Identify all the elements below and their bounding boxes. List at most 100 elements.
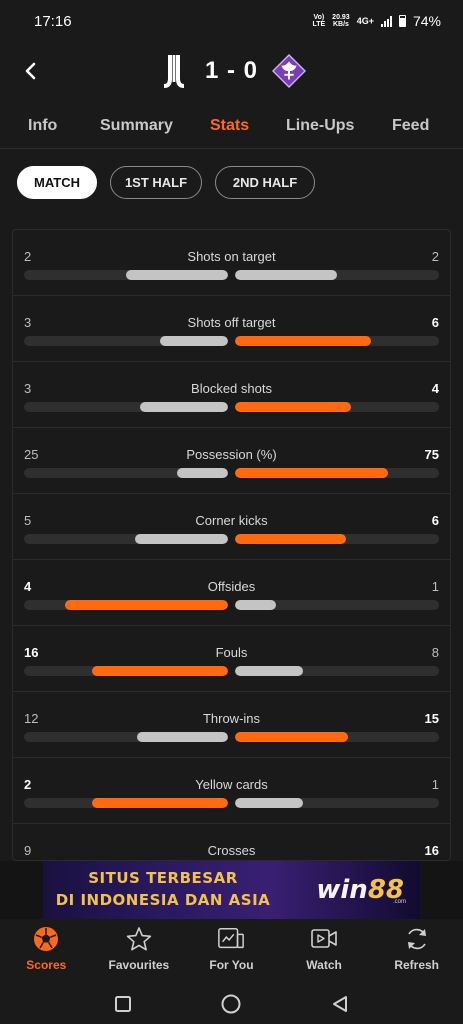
refresh-icon — [403, 925, 431, 953]
chip-1st-half[interactable]: 1ST HALF — [110, 166, 202, 199]
chip-match[interactable]: MATCH — [17, 166, 97, 199]
ad-domain: .com — [392, 899, 406, 905]
stat-away-track — [235, 534, 439, 544]
stat-home-bar — [140, 402, 228, 412]
stat-home-bar — [177, 468, 228, 478]
stat-home-track — [24, 600, 228, 610]
fiorentina-crest-icon[interactable] — [272, 52, 307, 90]
stat-away-value: 16 — [424, 843, 439, 858]
stat-row: 9 Crosses 16 — [13, 824, 450, 860]
stat-away-value: 6 — [431, 315, 439, 330]
tabs-divider — [0, 148, 463, 149]
stat-away-bar — [235, 666, 303, 676]
tab-line-ups[interactable]: Line-Ups — [286, 117, 354, 135]
stat-away-track — [235, 732, 439, 742]
nav-for-you[interactable]: For You — [185, 919, 278, 983]
stat-away-value: 75 — [424, 447, 439, 462]
stat-row: 25 Possession (%) 75 — [13, 428, 450, 494]
nav-watch-label: Watch — [306, 958, 342, 972]
stat-home-track — [24, 534, 228, 544]
stat-away-bar — [235, 732, 348, 742]
tab-feed[interactable]: Feed — [392, 117, 429, 135]
signal-icon — [380, 15, 392, 27]
soccer-ball-icon — [32, 925, 60, 953]
scoreline: 1 - 0 — [0, 52, 463, 90]
video-play-icon — [310, 925, 338, 953]
stat-away-bar — [235, 468, 388, 478]
stat-home-track — [24, 798, 228, 808]
stat-home-track — [24, 402, 228, 412]
stat-away-value: 6 — [431, 513, 439, 528]
nav-scores[interactable]: Scores — [0, 919, 93, 983]
speed-unit: KB/s — [332, 21, 349, 28]
stat-home-bar — [92, 798, 228, 808]
stat-away-value: 1 — [431, 579, 439, 594]
chip-2nd-half[interactable]: 2ND HALF — [215, 166, 315, 199]
stat-home-track — [24, 732, 228, 742]
stat-label: Crosses — [207, 843, 256, 858]
stat-row: 2 Shots on target 2 — [13, 230, 450, 296]
stat-home-track — [24, 666, 228, 676]
ad-line2: DI INDONESIA DAN ASIA — [55, 891, 271, 909]
stat-home-bar — [160, 336, 228, 346]
stat-home-track — [24, 468, 228, 478]
stat-away-bar — [235, 600, 276, 610]
stat-away-bar — [235, 336, 371, 346]
nav-refresh[interactable]: Refresh — [370, 919, 463, 983]
stat-home-bar — [126, 270, 228, 280]
stat-away-value: 4 — [431, 381, 439, 396]
stat-row: 4 Offsides 1 — [13, 560, 450, 626]
period-selector: MATCH 1ST HALF 2ND HALF — [17, 166, 315, 199]
tab-summary[interactable]: Summary — [100, 117, 173, 135]
bottom-nav: Scores Favourites For You Watch Refresh — [0, 919, 463, 983]
stat-away-track — [235, 600, 439, 610]
nav-refresh-label: Refresh — [394, 958, 440, 972]
stat-label: Corner kicks — [195, 513, 268, 528]
volte-indicator: Vo) LTE — [312, 14, 326, 28]
for-you-icon — [217, 925, 245, 953]
nav-favourites-label: Favourites — [108, 958, 170, 972]
stat-away-bar — [235, 270, 337, 280]
recent-apps-icon[interactable] — [114, 995, 132, 1013]
stat-away-value: 1 — [431, 777, 439, 792]
status-icons: Vo) LTE 20.93 KB/s 4G+ 74% — [312, 13, 441, 29]
nav-favourites[interactable]: Favourites — [93, 919, 186, 983]
ad-line1: SITUS TERBESAR — [88, 869, 238, 887]
stat-row: 5 Corner kicks 6 — [13, 494, 450, 560]
stat-label: Yellow cards — [195, 777, 268, 792]
stat-away-bar — [235, 534, 346, 544]
ad-brand-logo: win88 — [316, 875, 404, 905]
home-icon[interactable] — [220, 993, 242, 1015]
stat-label: Throw-ins — [202, 711, 261, 726]
status-bar: 17:16 Vo) LTE 20.93 KB/s 4G+ 74% — [0, 0, 463, 42]
star-icon — [125, 925, 153, 953]
stat-row: 3 Shots off target 6 — [13, 296, 450, 362]
stat-home-bar — [65, 600, 228, 610]
tab-stats[interactable]: Stats — [210, 117, 249, 135]
system-nav-bar — [0, 983, 463, 1024]
ad-brand-a: win — [316, 875, 368, 905]
stat-label: Offsides — [207, 579, 256, 594]
stat-away-track — [235, 468, 439, 478]
speed-value: 20.93 — [332, 14, 350, 21]
stat-home-bar — [92, 666, 228, 676]
nav-watch[interactable]: Watch — [278, 919, 371, 983]
status-time: 17:16 — [34, 12, 72, 30]
juventus-crest-icon[interactable] — [157, 52, 191, 90]
match-tabs: Info Summary Stats Line-Ups Feed — [0, 104, 463, 148]
stat-home-track — [24, 270, 228, 280]
stat-away-value: 15 — [424, 711, 439, 726]
stat-row: 12 Throw-ins 15 — [13, 692, 450, 758]
back-nav-icon[interactable] — [331, 995, 349, 1013]
stat-away-track — [235, 402, 439, 412]
stat-row: 3 Blocked shots 4 — [13, 362, 450, 428]
ad-banner[interactable]: SITUS TERBESAR DI INDONESIA DAN ASIA win… — [0, 861, 463, 919]
nav-for-you-label: For You — [209, 958, 254, 972]
ad-creative[interactable]: SITUS TERBESAR DI INDONESIA DAN ASIA win… — [43, 861, 420, 919]
network-gen: 4G+ — [356, 16, 374, 26]
tab-info[interactable]: Info — [28, 117, 57, 135]
stat-away-value: 8 — [431, 645, 439, 660]
stats-list[interactable]: 2 Shots on target 2 3 Shots off target 6 3 Bloc… — [12, 229, 451, 861]
stat-label: Shots on target — [187, 249, 276, 264]
stat-home-bar — [135, 534, 228, 544]
